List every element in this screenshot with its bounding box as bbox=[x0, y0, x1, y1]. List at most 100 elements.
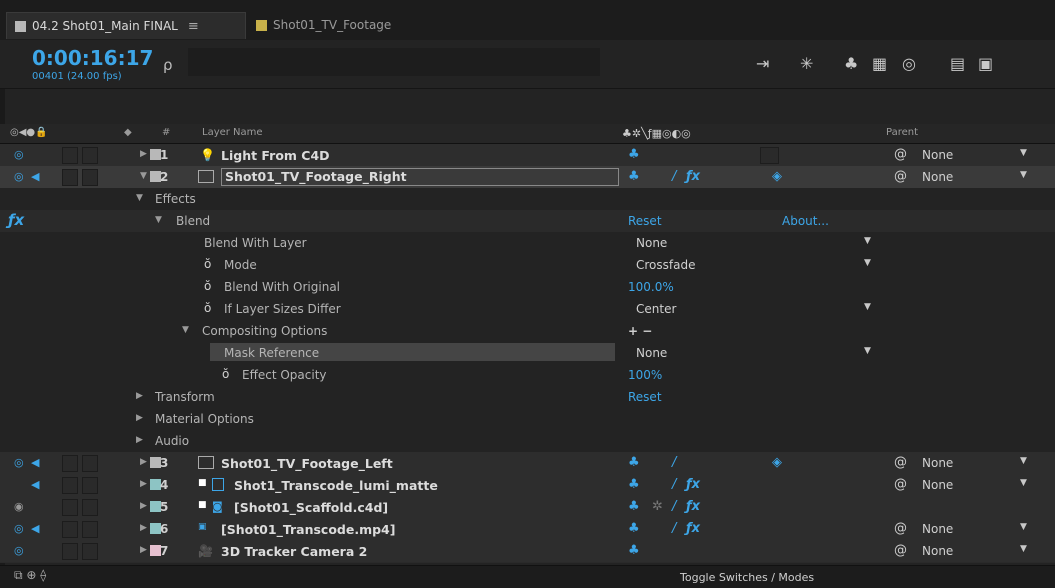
layer-name-column[interactable]: Layer Name bbox=[202, 127, 263, 138]
fx-icon[interactable]: ƒx bbox=[686, 521, 700, 536]
stopwatch-icon[interactable]: ŏ bbox=[222, 367, 229, 381]
chevron-down-icon[interactable]: ▼ bbox=[864, 258, 871, 268]
property-group-row[interactable]: ▶ Material Options bbox=[0, 408, 1055, 431]
blend-effect-row[interactable]: ƒx ▼ Blend Reset About... bbox=[0, 210, 1055, 233]
lock-switch[interactable] bbox=[82, 499, 98, 516]
stopwatch-icon[interactable]: ŏ bbox=[204, 301, 211, 315]
draft-3d-icon[interactable]: ✳ bbox=[800, 54, 813, 73]
about-link[interactable]: About... bbox=[782, 214, 829, 228]
quality-icon[interactable]: / bbox=[672, 169, 676, 184]
layer-row[interactable]: ◉ ▶ 5 ■ ◙ [Shot01_Scaffold.c4d] ♣ ✲ / ƒx bbox=[0, 496, 1055, 519]
layer-name[interactable]: [Shot01_Transcode.mp4] bbox=[221, 522, 395, 537]
effects-group-row[interactable]: ▼ Effects bbox=[0, 188, 1055, 211]
audio-icon[interactable]: ◀ bbox=[31, 522, 39, 535]
parent-dropdown-value[interactable]: None bbox=[922, 148, 953, 162]
layer-name[interactable]: Shot01_TV_Footage_Left bbox=[221, 456, 393, 471]
pick-whip-icon[interactable]: @ bbox=[894, 147, 907, 162]
layer-row[interactable]: ◎ ▶ 1 💡 Light From C4D ♣ @ None ▼ bbox=[0, 144, 1055, 167]
solo-switch[interactable] bbox=[62, 455, 78, 472]
parent-dropdown-value[interactable]: None bbox=[922, 456, 953, 470]
eye-icon[interactable]: ◉ bbox=[14, 500, 24, 513]
shy-switch-icon[interactable]: ♣ bbox=[628, 477, 640, 492]
twirl-closed-icon[interactable]: ▶ bbox=[140, 501, 147, 511]
lock-switch[interactable] bbox=[82, 521, 98, 538]
lock-switch[interactable] bbox=[82, 147, 98, 164]
parent-dropdown-value[interactable]: None bbox=[922, 544, 953, 558]
parent-dropdown-value[interactable]: None bbox=[922, 170, 953, 184]
chevron-down-icon[interactable]: ▼ bbox=[1020, 544, 1027, 554]
property-row[interactable]: Mask Reference None ▼ bbox=[0, 342, 1055, 365]
lock-switch[interactable] bbox=[82, 455, 98, 472]
audio-icon[interactable]: ◀ bbox=[31, 170, 39, 183]
collapse-icon[interactable]: ✲ bbox=[652, 499, 663, 514]
effect-opacity-value[interactable]: 100% bbox=[628, 368, 662, 382]
eye-icon[interactable]: ◎ bbox=[14, 456, 24, 469]
pick-whip-icon[interactable]: @ bbox=[894, 543, 907, 558]
property-group-row[interactable]: ▶ Transform Reset bbox=[0, 386, 1055, 409]
layer-row[interactable]: ◎ ▶ 7 🎥 3D Tracker Camera 2 ♣ @ None ▼ bbox=[0, 540, 1055, 563]
solo-switch[interactable] bbox=[62, 147, 78, 164]
audio-icon[interactable]: ◀ bbox=[31, 456, 39, 469]
chevron-down-icon[interactable]: ▼ bbox=[1020, 456, 1027, 466]
stopwatch-icon[interactable]: ŏ bbox=[204, 279, 211, 293]
property-row[interactable]: ŏ Mode Crossfade ▼ bbox=[0, 254, 1055, 277]
shy-switch-icon[interactable]: ♣ bbox=[628, 455, 640, 470]
3d-layer-icon[interactable]: ◈ bbox=[772, 169, 782, 184]
chevron-down-icon[interactable]: ▼ bbox=[1020, 522, 1027, 532]
fx-icon[interactable]: ƒx bbox=[686, 477, 700, 492]
layer-row[interactable]: ◎ ◀ ▶ 3 Shot01_TV_Footage_Left ♣ / ◈ @ N… bbox=[0, 452, 1055, 475]
motion-blur-icon[interactable]: ◎ bbox=[902, 54, 916, 73]
comp-mini-flowchart-icon[interactable]: ⇥ bbox=[756, 54, 769, 73]
3d-layer-icon[interactable]: ◈ bbox=[772, 455, 782, 470]
blend-with-original-value[interactable]: 100.0% bbox=[628, 280, 674, 294]
pick-whip-icon[interactable]: @ bbox=[894, 169, 907, 184]
search-icon[interactable]: ρ bbox=[163, 56, 173, 74]
solo-switch[interactable] bbox=[62, 543, 78, 560]
mask-reference-dropdown[interactable]: None bbox=[636, 346, 667, 360]
twirl-closed-icon[interactable]: ▶ bbox=[136, 391, 143, 401]
panel-menu-icon[interactable]: ≡ bbox=[188, 19, 199, 34]
chevron-down-icon[interactable]: ▼ bbox=[864, 236, 871, 246]
layer-row[interactable]: ◀ ▶ 4 ■ Shot1_Transcode_lumi_matte ♣ / ƒ… bbox=[0, 474, 1055, 497]
twirl-open-icon[interactable]: ▼ bbox=[136, 193, 143, 203]
toggle-switches-modes-button[interactable]: Toggle Switches / Modes bbox=[680, 571, 814, 584]
parent-column[interactable]: Parent bbox=[886, 127, 918, 138]
quality-icon[interactable]: / bbox=[672, 521, 676, 536]
twirl-closed-icon[interactable]: ▶ bbox=[140, 523, 147, 533]
fx-icon[interactable]: ƒx bbox=[686, 499, 700, 514]
twirl-closed-icon[interactable]: ▶ bbox=[136, 435, 143, 445]
layer-sizes-dropdown[interactable]: Center bbox=[636, 302, 676, 316]
eye-icon[interactable]: ◎ bbox=[14, 522, 24, 535]
fx-icon[interactable]: ƒx bbox=[686, 169, 700, 184]
layer-name[interactable]: Shot1_Transcode_lumi_matte bbox=[234, 478, 438, 493]
property-row[interactable]: ŏ If Layer Sizes Differ Center ▼ bbox=[0, 298, 1055, 321]
shy-switch-icon[interactable]: ♣ bbox=[628, 499, 640, 514]
twirl-open-icon[interactable]: ▼ bbox=[182, 325, 189, 335]
layer-name[interactable]: Light From C4D bbox=[221, 148, 330, 163]
switch-cell[interactable] bbox=[760, 147, 779, 164]
solo-switch[interactable] bbox=[62, 169, 78, 186]
shy-layers-icon[interactable]: ♣ bbox=[844, 54, 858, 73]
tab-main-comp[interactable]: 04.2 Shot01_Main FINAL ≡ bbox=[6, 12, 246, 39]
parent-dropdown-value[interactable]: None bbox=[922, 478, 953, 492]
chevron-down-icon[interactable]: ▼ bbox=[1020, 170, 1027, 180]
number-column[interactable]: # bbox=[162, 127, 170, 138]
twirl-open-icon[interactable]: ▼ bbox=[155, 215, 162, 225]
property-row[interactable]: ŏ Effect Opacity 100% bbox=[0, 364, 1055, 387]
blend-with-layer-dropdown[interactable]: None bbox=[636, 236, 667, 250]
pick-whip-icon[interactable]: @ bbox=[894, 455, 907, 470]
pick-whip-icon[interactable]: @ bbox=[894, 521, 907, 536]
switches-icons[interactable]: ♣✲╲ƒ▦◎◐◎ bbox=[622, 127, 691, 140]
reset-link[interactable]: Reset bbox=[628, 390, 662, 404]
solo-switch[interactable] bbox=[62, 499, 78, 516]
shy-switch-icon[interactable]: ♣ bbox=[628, 147, 640, 162]
layer-row-selected[interactable]: ◎ ◀ ▼ 2 Shot01_TV_Footage_Right ♣ / ƒx ◈… bbox=[0, 166, 1055, 189]
shy-switch-icon[interactable]: ♣ bbox=[628, 543, 640, 558]
parent-dropdown-value[interactable]: None bbox=[922, 522, 953, 536]
frame-blending-icon[interactable]: ▦ bbox=[872, 54, 887, 73]
twirl-closed-icon[interactable]: ▶ bbox=[140, 149, 147, 159]
layer-name-editing[interactable]: Shot01_TV_Footage_Right bbox=[221, 168, 619, 186]
search-input[interactable] bbox=[188, 48, 600, 76]
solo-switch[interactable] bbox=[62, 477, 78, 494]
twirl-closed-icon[interactable]: ▶ bbox=[140, 457, 147, 467]
